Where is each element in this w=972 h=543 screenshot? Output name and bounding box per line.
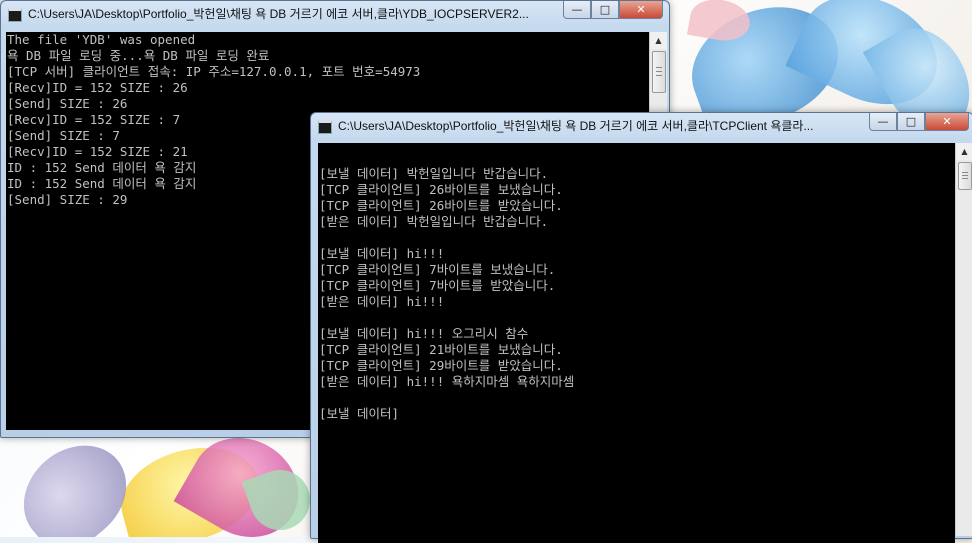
minimize-button[interactable]: — <box>869 113 897 131</box>
close-button[interactable]: ✕ <box>619 1 663 19</box>
console-line: [TCP 클라이언트] 7바이트를 보냈습니다. <box>319 262 556 277</box>
console-line: [TCP 클라이언트] 29바이트를 받았습니다. <box>319 358 563 373</box>
scrollbar-thumb[interactable] <box>958 162 972 190</box>
arrow-up-icon[interactable]: ▲ <box>650 32 667 49</box>
maximize-button[interactable]: □ <box>591 1 619 19</box>
server-window-title: C:\Users\JA\Desktop\Portfolio_박헌일\채팅 욕 D… <box>28 7 529 21</box>
console-line: [받은 데이터] hi!!! 욕하지마셈 욕하지마셈 <box>319 374 575 389</box>
scrollbar-thumb[interactable] <box>652 51 666 93</box>
server-window-controls: — □ ✕ <box>563 1 663 19</box>
server-titlebar[interactable]: C:\Users\JA\Desktop\Portfolio_박헌일\채팅 욕 D… <box>1 1 669 27</box>
console-line: [TCP 서버] 클라이언트 접속: IP 주소=127.0.0.1, 포트 번… <box>7 64 421 79</box>
console-line: [Recv]ID = 152 SIZE : 26 <box>7 80 188 95</box>
console-line: [Send] SIZE : 26 <box>7 96 128 111</box>
console-line: 욕 DB 파일 로딩 중...욕 DB 파일 로딩 완료 <box>7 48 270 63</box>
arrow-up-icon[interactable]: ▲ <box>956 143 972 160</box>
client-window-title: C:\Users\JA\Desktop\Portfolio_박헌일\채팅 욕 D… <box>338 119 814 133</box>
console-line: [보낼 데이터] hi!!! 오그리시 참수 <box>319 326 529 341</box>
console-line: [TCP 클라이언트] 26바이트를 받았습니다. <box>319 198 563 213</box>
minimize-button[interactable]: — <box>563 1 591 19</box>
console-line: [보낼 데이터] <box>319 406 400 421</box>
console-line: [받은 데이터] hi!!! <box>319 294 445 309</box>
console-line: [보낼 데이터] hi!!! <box>319 246 445 261</box>
console-icon <box>318 120 332 134</box>
client-titlebar[interactable]: C:\Users\JA\Desktop\Portfolio_박헌일\채팅 욕 D… <box>311 113 972 139</box>
console-line: [보낼 데이터] 박헌일입니다 반갑습니다. <box>319 166 549 181</box>
console-line: [받은 데이터] 박헌일입니다 반갑습니다. <box>319 214 549 229</box>
console-line: [TCP 클라이언트] 21바이트를 보냈습니다. <box>319 342 563 357</box>
close-button[interactable]: ✕ <box>925 113 969 131</box>
maximize-button[interactable]: □ <box>897 113 925 131</box>
client-vertical-scrollbar[interactable]: ▲ <box>955 143 972 536</box>
console-icon <box>8 8 22 22</box>
console-line: The file 'YDB' was opened <box>7 32 196 47</box>
client-console-output[interactable]: [보낼 데이터] 박헌일입니다 반갑습니다. [TCP 클라이언트] 26바이트… <box>318 143 955 543</box>
client-console-window[interactable]: C:\Users\JA\Desktop\Portfolio_박헌일\채팅 욕 D… <box>310 112 972 543</box>
client-window-controls: — □ ✕ <box>869 113 969 131</box>
console-line: [TCP 클라이언트] 26바이트를 보냈습니다. <box>319 182 563 197</box>
console-line: [TCP 클라이언트] 7바이트를 받았습니다. <box>319 278 556 293</box>
